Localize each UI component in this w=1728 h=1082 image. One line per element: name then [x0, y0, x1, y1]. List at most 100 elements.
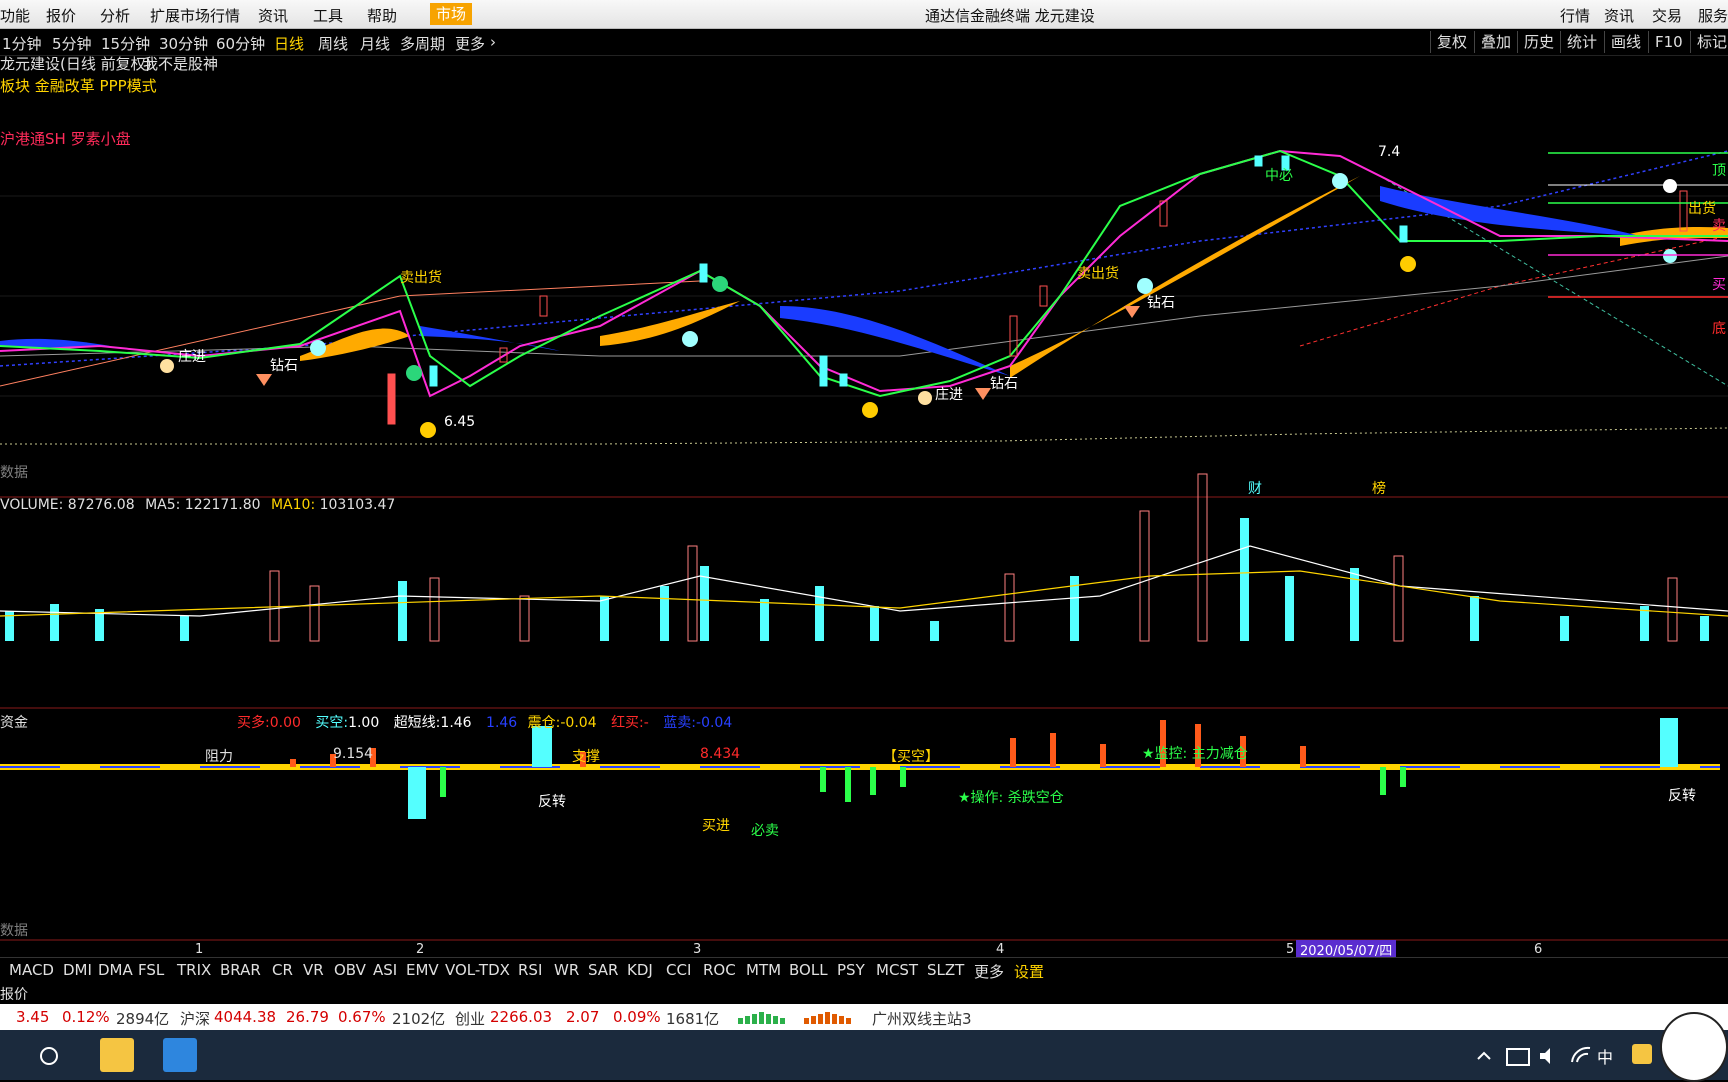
- period-more-arrow-icon[interactable]: ›: [490, 33, 496, 51]
- tool-history[interactable]: 历史: [1517, 31, 1554, 53]
- label-bottom: 底: [1712, 321, 1726, 337]
- menu-right-service[interactable]: 服务: [1698, 5, 1728, 26]
- label-zhuang-jin: 庄进: [178, 349, 206, 365]
- cy-pct: 0.09%: [613, 1008, 661, 1026]
- tab-obv[interactable]: OBV: [334, 961, 366, 979]
- tab-vr[interactable]: VR: [303, 961, 324, 979]
- tab-dmi[interactable]: DMI: [63, 961, 92, 979]
- tab-wr[interactable]: WR: [554, 961, 579, 979]
- menu-item-analysis[interactable]: 分析: [100, 5, 130, 26]
- tab-emv[interactable]: EMV: [406, 961, 439, 979]
- period-1min[interactable]: 1分钟: [2, 33, 42, 54]
- period-day[interactable]: 日线: [274, 33, 304, 54]
- period-5min[interactable]: 5分钟: [52, 33, 92, 54]
- red-buy-label: 红买:: [611, 715, 644, 731]
- tab-brar[interactable]: BRAR: [220, 961, 261, 979]
- tool-draw[interactable]: 画线: [1604, 31, 1641, 53]
- tab-mcst[interactable]: MCST: [876, 961, 918, 979]
- tab-cci[interactable]: CCI: [666, 961, 691, 979]
- period-multi[interactable]: 多周期: [400, 33, 445, 54]
- signal-meter-icon: [738, 1012, 851, 1024]
- server-name: 广州双线主站3: [872, 1010, 972, 1028]
- label-zuan-shi-2: 钻石: [990, 376, 1018, 392]
- buy-more-label: 买多:: [237, 715, 270, 731]
- menu-item-ext-market[interactable]: 扩展市场行情: [150, 5, 240, 26]
- tab-more[interactable]: 更多: [974, 961, 1004, 982]
- vol-value: 87276.08: [67, 497, 135, 513]
- tab-boll[interactable]: BOLL: [789, 961, 828, 979]
- tool-fuquan[interactable]: 复权: [1430, 31, 1467, 53]
- menu-item-quote[interactable]: 报价: [46, 5, 76, 26]
- tab-roc[interactable]: ROC: [703, 961, 736, 979]
- tab-cr[interactable]: CR: [272, 961, 293, 979]
- label-buy-in: 买进: [702, 818, 730, 834]
- quote-bar: 3.45 0.12% 2894亿 沪深 4044.38 26.79 0.67% …: [0, 1004, 1728, 1030]
- menu-tab-market[interactable]: 市场: [430, 3, 473, 25]
- tab-trix[interactable]: TRIX: [177, 961, 211, 979]
- menu-right-info[interactable]: 资讯: [1604, 5, 1634, 26]
- menu-item-tools[interactable]: 工具: [313, 5, 343, 26]
- date-month-3: 3: [693, 942, 702, 957]
- menu-item-info[interactable]: 资讯: [258, 5, 288, 26]
- panda-mascot-icon: [1660, 1012, 1728, 1082]
- file-explorer-icon[interactable]: [100, 1038, 134, 1072]
- label-low-price: 6.45: [444, 414, 476, 430]
- period-60min[interactable]: 60分钟: [216, 33, 265, 54]
- chevron-up-icon[interactable]: [1476, 1048, 1492, 1064]
- tool-stats[interactable]: 统计: [1560, 31, 1597, 53]
- resist-label: 阻力: [205, 749, 233, 765]
- tab-mtm[interactable]: MTM: [746, 961, 781, 979]
- tag-line: 沪港通SH 罗素小盘: [0, 130, 131, 148]
- buy-empty-value: 1.00: [348, 715, 380, 731]
- tool-overlay[interactable]: 叠加: [1474, 31, 1511, 53]
- date-month-1: 1: [195, 942, 204, 957]
- label-sell: 卖: [1712, 218, 1726, 234]
- support-value: 8.434: [700, 746, 741, 762]
- fundamentals-icon[interactable]: 财: [1248, 478, 1262, 498]
- ime-indicator[interactable]: 中: [1597, 1044, 1613, 1068]
- red-buy-value: -: [643, 715, 649, 731]
- announcement-icon[interactable]: 榜: [1372, 478, 1386, 498]
- period-week[interactable]: 周线: [318, 33, 348, 54]
- tab-dma[interactable]: DMA: [98, 961, 133, 979]
- tool-f10[interactable]: F10: [1648, 31, 1683, 53]
- tool-mark[interactable]: 标记: [1690, 31, 1727, 53]
- ma5-value: 122171.80: [184, 497, 261, 513]
- date-month-4: 4: [996, 942, 1005, 957]
- menu-item-function[interactable]: 功能: [0, 5, 30, 26]
- tab-kdj[interactable]: KDJ: [627, 961, 653, 979]
- menu-right-trade[interactable]: 交易: [1652, 5, 1682, 26]
- volume-icon[interactable]: [1538, 1046, 1558, 1066]
- cy-index: 2266.03: [490, 1008, 553, 1026]
- tdx-app-icon[interactable]: [163, 1038, 197, 1072]
- wifi-icon[interactable]: [1570, 1044, 1592, 1066]
- hs-index: 4044.38: [214, 1008, 277, 1026]
- super-short-label: 超短线:: [393, 715, 441, 731]
- period-15min[interactable]: 15分钟: [101, 33, 150, 54]
- tab-fsl[interactable]: FSL: [138, 961, 164, 979]
- period-month[interactable]: 月线: [360, 33, 390, 54]
- label-peak-price: 7.4: [1378, 144, 1401, 160]
- blue-sell-value: -0.04: [696, 715, 733, 731]
- menu-right-quote[interactable]: 行情: [1560, 5, 1590, 26]
- notification-icon[interactable]: [1632, 1044, 1652, 1064]
- tab-sar[interactable]: SAR: [588, 961, 618, 979]
- tab-settings[interactable]: 设置: [1014, 961, 1044, 982]
- cy-amount: 1681亿: [666, 1010, 720, 1028]
- support-label: 支撑: [572, 749, 600, 765]
- period-more[interactable]: 更多: [455, 33, 485, 54]
- hs-amount: 2102亿: [392, 1010, 446, 1028]
- monitor-label: ★监控: 主力减仓: [1142, 746, 1248, 762]
- tab-macd[interactable]: MACD: [9, 961, 54, 979]
- tab-rsi[interactable]: RSI: [518, 961, 542, 979]
- period-30min[interactable]: 30分钟: [159, 33, 208, 54]
- tab-asi[interactable]: ASI: [373, 961, 397, 979]
- menu-item-help[interactable]: 帮助: [367, 5, 397, 26]
- cortana-icon[interactable]: [38, 1045, 60, 1067]
- battery-icon[interactable]: [1506, 1048, 1530, 1066]
- tab-vol-tdx[interactable]: VOL-TDX: [445, 961, 510, 979]
- tab-slzt[interactable]: SLZT: [927, 961, 964, 979]
- cy-change: 2.07: [566, 1008, 600, 1026]
- buy-more-value: 0.00: [269, 715, 301, 731]
- tab-psy[interactable]: PSY: [837, 961, 865, 979]
